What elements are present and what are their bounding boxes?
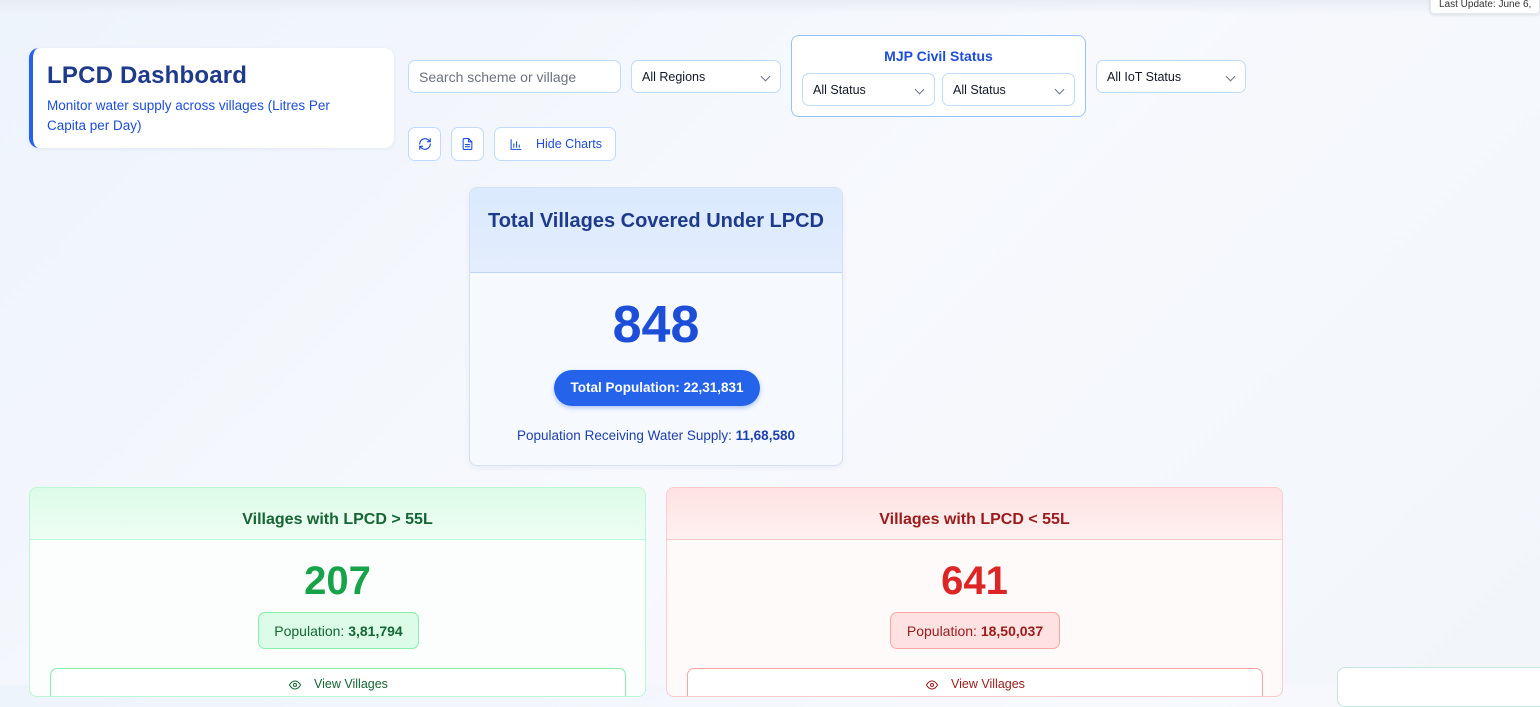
- villages-above-55-card: Villages with LPCD > 55L 207 Population:…: [29, 487, 646, 697]
- document-icon: [462, 138, 473, 150]
- view-villages-label: View Villages: [314, 677, 388, 691]
- villages-above-55-count: 207: [304, 559, 371, 603]
- villages-above-55-title: Villages with LPCD > 55L: [30, 488, 645, 540]
- chevron-down-icon: [760, 71, 771, 82]
- population-value: 3,81,794: [348, 623, 403, 639]
- total-population-value: 22,31,831: [683, 380, 744, 395]
- villages-below-55-population: Population: 18,50,037: [890, 612, 1060, 649]
- region-select[interactable]: All Regions: [631, 60, 781, 93]
- view-villages-above-55-button[interactable]: View Villages: [50, 668, 626, 696]
- partial-card: [1337, 667, 1540, 707]
- total-population-label: Total Population:: [570, 380, 680, 395]
- supply-population-label: Population Receiving Water Supply:: [517, 428, 732, 443]
- page-title: LPCD Dashboard: [47, 62, 248, 89]
- total-villages-title: Total Villages Covered Under LPCD: [470, 188, 842, 273]
- iot-status-select[interactable]: All IoT Status: [1096, 60, 1246, 93]
- top-bar-shadow: [0, 0, 1540, 14]
- mjp-status-select-1[interactable]: All Status: [802, 73, 935, 106]
- villages-above-55-population: Population: 3,81,794: [258, 612, 419, 649]
- total-villages-count: 848: [612, 296, 700, 354]
- view-villages-label: View Villages: [951, 677, 1025, 691]
- page-subtitle: Monitor water supply across villages (Li…: [47, 98, 330, 133]
- chevron-down-icon: [1225, 71, 1236, 82]
- hide-charts-label: Hide Charts: [536, 137, 602, 151]
- last-update-badge: Last Update: June 6,: [1430, 0, 1540, 14]
- mjp-status-select-2-value: All Status: [953, 83, 1006, 97]
- iot-status-select-value: All IoT Status: [1107, 70, 1182, 84]
- total-villages-card: Total Villages Covered Under LPCD 848 To…: [469, 187, 843, 466]
- mjp-civil-status-group: MJP Civil Status All Status All Status: [791, 35, 1086, 117]
- population-value: 18,50,037: [980, 623, 1044, 639]
- view-villages-below-55-button[interactable]: View Villages: [687, 668, 1263, 696]
- search-input[interactable]: [408, 60, 621, 93]
- title-card: LPCD Dashboard Monitor water supply acro…: [29, 48, 394, 148]
- region-select-value: All Regions: [642, 70, 706, 84]
- refresh-icon: [418, 138, 431, 150]
- total-population-pill: Total Population: 22,31,831: [554, 370, 760, 406]
- hide-charts-button[interactable]: Hide Charts: [494, 127, 616, 161]
- chevron-down-icon: [1054, 84, 1065, 95]
- mjp-status-select-2[interactable]: All Status: [942, 73, 1075, 106]
- export-button[interactable]: [451, 127, 484, 161]
- chevron-down-icon: [914, 84, 925, 95]
- villages-below-55-card: Villages with LPCD < 55L 641 Population:…: [666, 487, 1283, 697]
- supply-population-value: 11,68,580: [735, 428, 795, 443]
- villages-below-55-count: 641: [941, 559, 1008, 603]
- refresh-button[interactable]: [408, 127, 441, 161]
- bar-chart-icon: [510, 138, 522, 150]
- villages-below-55-title: Villages with LPCD < 55L: [667, 488, 1282, 540]
- population-label: Population:: [274, 623, 345, 639]
- mjp-status-select-1-value: All Status: [813, 83, 866, 97]
- mjp-civil-status-label: MJP Civil Status: [884, 48, 993, 64]
- population-label: Population:: [906, 623, 977, 639]
- supply-population: Population Receiving Water Supply: 11,68…: [470, 428, 842, 443]
